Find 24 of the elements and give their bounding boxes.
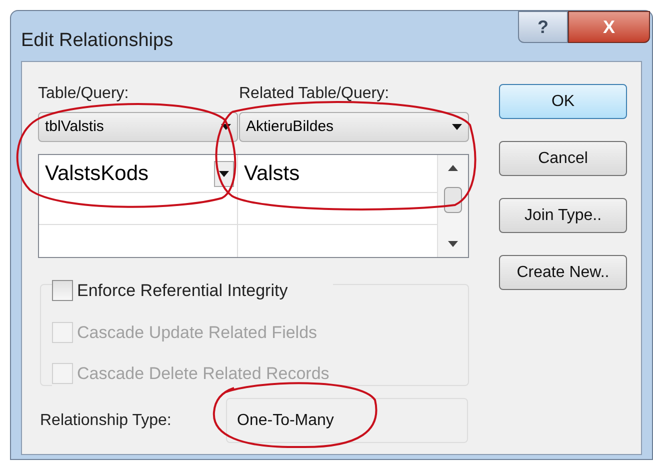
dropdown-arrow-icon[interactable] bbox=[219, 170, 229, 176]
dialog-button[interactable]: OK bbox=[499, 84, 627, 119]
field-label: Related Table/Query: bbox=[239, 84, 390, 104]
field-label: Table/Query: bbox=[38, 84, 130, 104]
relationship-type-value: One-To-Many bbox=[226, 398, 468, 443]
dialog-button[interactable]: Join Type.. bbox=[499, 198, 627, 233]
dropdown-arrow-icon[interactable] bbox=[221, 124, 231, 130]
dialog-button[interactable]: Cancel bbox=[499, 141, 627, 176]
checkbox[interactable] bbox=[52, 280, 73, 302]
window-title: Edit Relationships bbox=[21, 29, 174, 53]
table-dropdown[interactable]: tblValstis bbox=[38, 112, 238, 142]
dropdown-arrow-icon[interactable] bbox=[452, 124, 462, 130]
scroll-thumb[interactable] bbox=[444, 187, 462, 213]
dialog-button[interactable]: Create New.. bbox=[499, 255, 627, 290]
field-dropdown[interactable]: ValstsKods bbox=[39, 155, 237, 193]
related-table-dropdown[interactable]: AktieruBildes bbox=[239, 112, 469, 142]
scroll-down-icon[interactable] bbox=[448, 241, 458, 247]
field-label: Relationship Type: bbox=[40, 410, 172, 430]
checkbox-label: Cascade Update Related Fields bbox=[77, 322, 318, 344]
scroll-up-icon[interactable] bbox=[448, 165, 458, 171]
checkbox-label: Enforce Referential Integrity bbox=[77, 280, 288, 302]
checkbox-label: Cascade Delete Related Records bbox=[77, 363, 330, 385]
help-button[interactable]: ? bbox=[518, 11, 568, 43]
scrollbar[interactable] bbox=[437, 155, 468, 257]
